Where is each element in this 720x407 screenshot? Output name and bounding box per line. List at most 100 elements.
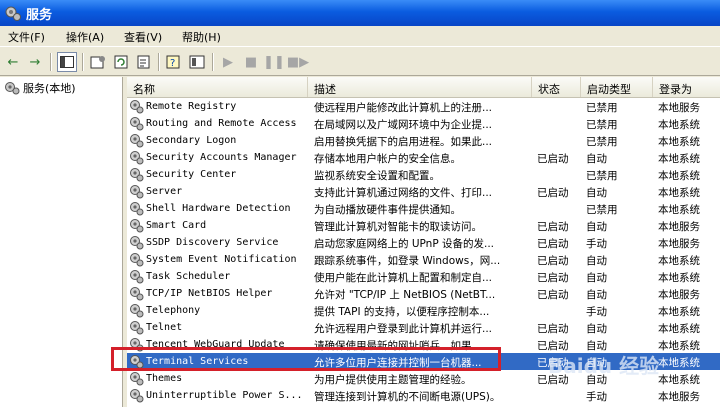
help-icon[interactable]: ? (164, 52, 184, 72)
column-header-description[interactable]: 描述 (308, 77, 532, 97)
service-description: 允许对 "TCP/IP 上 NetBIOS (NetBT... (314, 289, 496, 301)
service-logon: 本地服务 (658, 289, 700, 301)
service-row[interactable]: TCP/IP NetBIOS Helper 允许对 "TCP/IP 上 NetBI… (127, 285, 720, 302)
service-status: 已启动 (537, 238, 569, 250)
service-logon: 本地系统 (658, 323, 700, 335)
service-row[interactable]: Shell Hardware Detection 为自动播放硬件事件提供通知。 已禁… (127, 200, 720, 217)
service-logon: 本地服务 (658, 102, 700, 114)
refresh-icon[interactable] (111, 52, 131, 72)
menu-action[interactable]: 操作(A) (66, 29, 104, 45)
service-row[interactable]: Smart Card 管理此计算机对智能卡的取读访问。 已启动 自动 本地服务 (127, 217, 720, 234)
service-row[interactable]: Telephony 提供 TAPI 的支持，以便程序控制本... 手动 本地系统 (127, 302, 720, 319)
service-name: Telephony (146, 305, 201, 316)
service-status: 已启动 (537, 153, 569, 165)
show-tree-icon[interactable] (57, 52, 77, 72)
service-name: Uninterruptible Power S... (146, 390, 303, 401)
service-gear-icon (130, 372, 144, 386)
service-startup-type: 已禁用 (586, 119, 618, 131)
service-startup-type: 自动 (586, 153, 607, 165)
service-row[interactable]: Uninterruptible Power S... 管理连接到计算机的不间断电源… (127, 387, 720, 404)
column-header-status[interactable]: 状态 (532, 77, 581, 97)
service-startup-type: 已禁用 (586, 102, 618, 114)
service-row[interactable]: Security Center 监视系统安全设置和配置。 已禁用 本地系统 (127, 166, 720, 183)
service-logon: 本地系统 (658, 187, 700, 199)
service-logon: 本地服务 (658, 221, 700, 233)
column-header-name[interactable]: 名称 (127, 77, 308, 97)
service-logon: 本地系统 (658, 357, 700, 369)
service-row[interactable]: Telnet 允许远程用户登录到此计算机并运行... 已启动 自动 本地系统 (127, 319, 720, 336)
service-row[interactable]: Secondary Logon 启用替换凭据下的启用进程。如果此... 已禁用 本地系… (127, 132, 720, 149)
service-status: 已启动 (537, 221, 569, 233)
service-row[interactable]: System Event Notification 跟踪系统事件，如登录 Wind… (127, 251, 720, 268)
service-description: 启动您家庭网络上的 UPnP 设备的发... (314, 238, 495, 250)
services-gear-icon (5, 82, 20, 95)
column-header-description-label: 描述 (314, 83, 336, 96)
service-row[interactable]: Routing and Remote Access 在局域网以及广域网环境中为企业… (127, 115, 720, 132)
menu-file[interactable]: 文件(F) (8, 29, 45, 45)
service-startup-type: 手动 (586, 306, 607, 318)
service-row[interactable]: SSDP Discovery Service 启动您家庭网络上的 UPnP 设备的… (127, 234, 720, 251)
service-startup-type: 自动 (586, 272, 607, 284)
service-name: Server (146, 186, 183, 197)
stop-service-icon[interactable]: ■ (241, 52, 261, 72)
properties-icon[interactable] (88, 52, 108, 72)
service-startup-type: 手动 (586, 391, 607, 403)
toolbar: ← → ? ▶ ■ ❚❚ ■▶ (0, 46, 720, 76)
watermark: Baidu 经验 (548, 354, 660, 378)
console-icon[interactable] (187, 52, 207, 72)
service-description: 启用替换凭据下的启用进程。如果此... (314, 136, 493, 148)
service-gear-icon (130, 202, 144, 216)
service-description: 跟踪系统事件，如登录 Windows，网... (314, 255, 501, 267)
service-logon: 本地系统 (658, 119, 700, 131)
pause-service-icon[interactable]: ❚❚ (263, 52, 285, 72)
service-startup-type: 已禁用 (586, 204, 618, 216)
service-logon: 本地服务 (658, 238, 700, 250)
forward-arrow-icon[interactable]: → (25, 52, 45, 72)
service-logon: 本地系统 (658, 153, 700, 165)
service-startup-type: 自动 (586, 255, 607, 267)
start-service-icon[interactable]: ▶ (218, 52, 238, 72)
service-gear-icon (130, 134, 144, 148)
service-gear-icon (130, 168, 144, 182)
column-header-logon[interactable]: 登录为 (653, 77, 720, 97)
column-header-startup-type[interactable]: 启动类型 (581, 77, 653, 97)
service-startup-type: 自动 (586, 289, 607, 301)
service-row[interactable]: Remote Registry 使远程用户能修改此计算机上的注册... 已禁用 本地服… (127, 98, 720, 115)
toolbar-separator (158, 53, 160, 71)
menu-view[interactable]: 查看(V) (124, 29, 162, 45)
service-gear-icon (130, 304, 144, 318)
service-gear-icon (130, 287, 144, 301)
service-row[interactable]: Task Scheduler 使用户能在此计算机上配置和制定自... 已启动 自动 本地… (127, 268, 720, 285)
back-arrow-icon[interactable]: ← (3, 52, 23, 72)
service-description: 使远程用户能修改此计算机上的注册... (314, 102, 493, 114)
service-startup-type: 已禁用 (586, 170, 618, 182)
export-list-icon[interactable] (134, 52, 154, 72)
service-gear-icon (130, 117, 144, 131)
service-description: 支持此计算机通过网络的文件、打印... (314, 187, 493, 199)
column-header-status-label: 状态 (538, 83, 560, 96)
svg-text:?: ? (170, 58, 175, 69)
service-name: Shell Hardware Detection (146, 203, 291, 214)
service-name: Remote Registry (146, 101, 237, 112)
list-header: 名称 描述 状态 启动类型 登录为 (127, 77, 720, 98)
toolbar-separator (50, 53, 52, 71)
service-description: 提供 TAPI 的支持，以便程序控制本... (314, 306, 490, 318)
service-name: System Event Notification (146, 254, 297, 265)
restart-service-icon[interactable]: ■▶ (287, 52, 309, 72)
service-row[interactable]: Server 支持此计算机通过网络的文件、打印... 已启动 自动 本地系统 (127, 183, 720, 200)
service-description: 监视系统安全设置和配置。 (314, 170, 440, 182)
service-description: 存储本地用户帐户的安全信息。 (314, 153, 461, 165)
menu-help[interactable]: 帮助(H) (182, 29, 221, 45)
column-header-logon-label: 登录为 (659, 83, 692, 96)
service-description: 允许远程用户登录到此计算机并运行... (314, 323, 493, 335)
service-row[interactable]: Security Accounts Manager 存储本地用户帐户的安全信息。 已… (127, 149, 720, 166)
service-description: 管理此计算机对智能卡的取读访问。 (314, 221, 482, 233)
service-gear-icon (130, 236, 144, 250)
tree-node-services-local[interactable]: 服务(本地) (4, 80, 76, 96)
service-gear-icon (130, 389, 144, 403)
service-status: 已启动 (537, 187, 569, 199)
column-header-startup-type-label: 启动类型 (587, 83, 631, 96)
service-logon: 本地系统 (658, 136, 700, 148)
service-name: Security Accounts Manager (146, 152, 297, 163)
service-gear-icon (130, 151, 144, 165)
